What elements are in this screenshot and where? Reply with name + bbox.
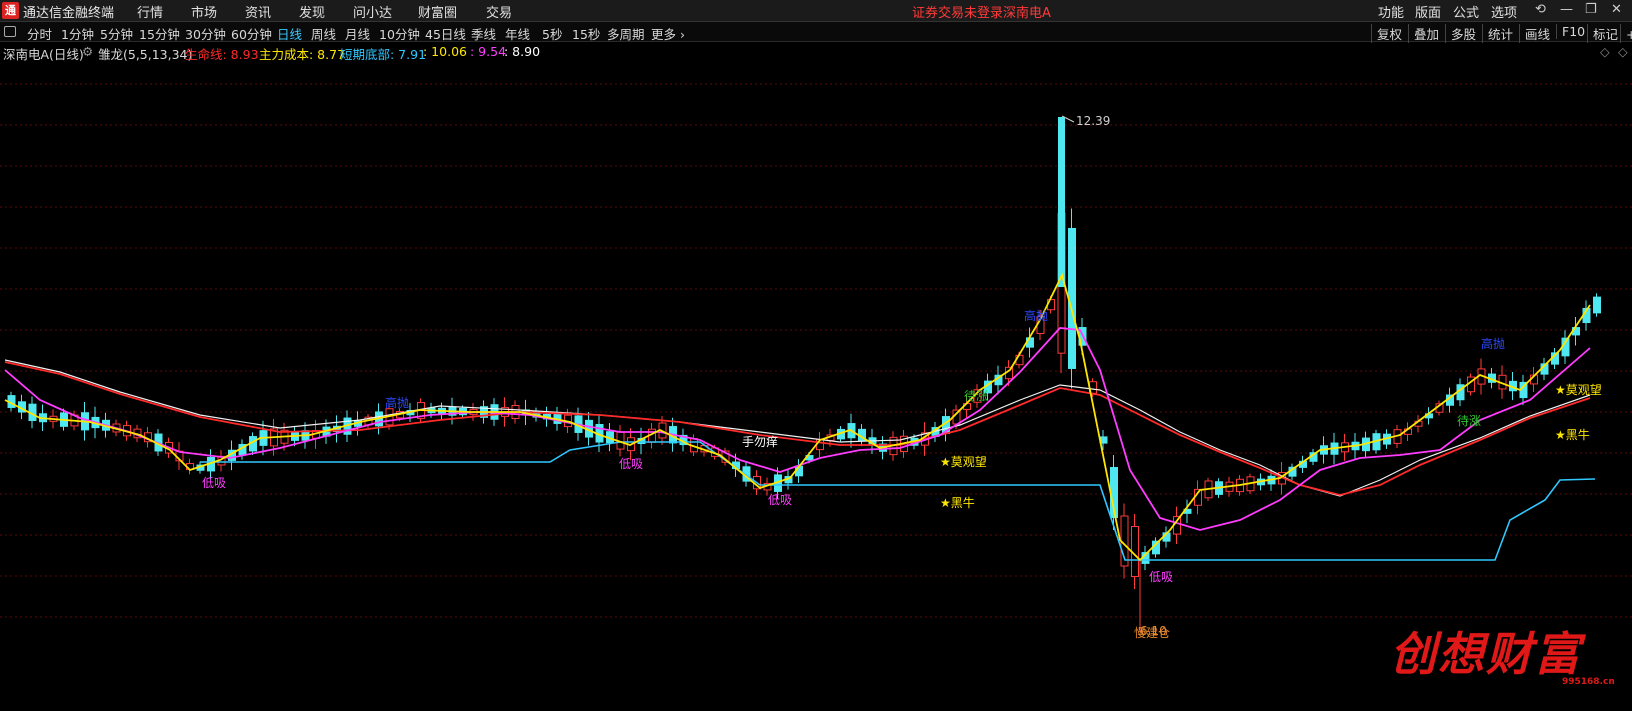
tab-period-30min[interactable]: 30分钟 [185, 24, 226, 43]
signal-caution: 手勿痒 [742, 434, 778, 449]
peak-candle [1058, 117, 1065, 287]
tab-period-quarterly[interactable]: 季线 [471, 24, 496, 43]
adjust-price-button[interactable]: 复权 [1371, 24, 1402, 43]
tab-period-monthly[interactable]: 月线 [345, 24, 370, 43]
tab-period-1min[interactable]: 1分钟 [61, 24, 94, 43]
tab-period-10min[interactable]: 10分钟 [379, 24, 420, 43]
custom-button[interactable]: +自 [1620, 24, 1632, 43]
menu-xiaoda[interactable]: 问小达 [353, 2, 392, 21]
chart-grid [0, 83, 1632, 618]
signal-low-buy-4: 低吸 [1149, 570, 1173, 584]
main-cost-line [4, 272, 1591, 562]
menu-discover[interactable]: 发现 [299, 2, 325, 21]
menu-formula[interactable]: 公式 [1453, 2, 1479, 21]
tab-period-15sec[interactable]: 15秒 [572, 24, 600, 43]
signal-low-buy-1: 低吸 [202, 476, 226, 490]
menu-news[interactable]: 资讯 [245, 2, 271, 21]
value-1: : 10.06 [423, 44, 467, 59]
candle-body [1068, 227, 1076, 369]
restore-icon[interactable]: ❐ [1585, 2, 1597, 17]
tab-period-60min[interactable]: 60分钟 [231, 24, 272, 43]
menu-bar: 通 通达信金融终端 行情 市场 资讯 发现 问小达 财富圈 交易 证券交易未登录… [0, 0, 1632, 22]
signal-rise-2: 待涨 [1457, 413, 1481, 428]
minimize-icon[interactable]: — [1560, 2, 1573, 17]
value-2: : 9.54 [470, 44, 507, 59]
menu-layout[interactable]: 版面 [1415, 2, 1441, 21]
refresh-icon[interactable]: ⟲ [1535, 2, 1546, 17]
menu-function[interactable]: 功能 [1378, 2, 1404, 21]
tab-period-yearly[interactable]: 年线 [505, 24, 530, 43]
signal-high-sell-3: 高抛 [1481, 336, 1505, 351]
tab-period-daily[interactable]: 日线 [277, 24, 302, 43]
candlesticks [7, 117, 1601, 632]
tab-period-15min[interactable]: 15分钟 [139, 24, 180, 43]
value-3: : 8.90 [504, 44, 541, 59]
menu-wealth-circle[interactable]: 财富圈 [418, 2, 457, 21]
signal-labels: 12.39 6.10 低吸 高抛 低吸 手勿痒 低吸 待涨 ★莫观望 ★黑牛 高… [202, 114, 1602, 640]
draw-line-button[interactable]: 画线 [1519, 24, 1550, 43]
period-toolbar: 分时 1分钟 5分钟 15分钟 30分钟 60分钟 日线 周线 月线 10分钟 … [0, 22, 1632, 43]
menu-trade[interactable]: 交易 [486, 2, 512, 21]
overlay-button[interactable]: 叠加 [1408, 24, 1439, 43]
candle-body [1593, 296, 1601, 314]
app-name: 通达信金融终端 [23, 6, 115, 21]
indicator-lines [4, 272, 1596, 562]
tab-period-5min[interactable]: 5分钟 [100, 24, 133, 43]
mark-button[interactable]: 标记 [1587, 24, 1618, 43]
tab-period-weekly[interactable]: 周线 [311, 24, 336, 43]
kline-chart[interactable]: 12.39 6.10 低吸 高抛 低吸 手勿痒 低吸 待涨 ★莫观望 ★黑牛 高… [0, 60, 1632, 711]
indicator-header: 深南电A(日线) ⚙ 雏龙(5,5,13,34) 生命线: 8.93 主力成本:… [0, 42, 1632, 62]
f10-button[interactable]: F10 [1556, 24, 1585, 39]
watermark-text: 创想财富 [1390, 627, 1582, 681]
magenta-line [4, 327, 1591, 531]
signal-high-sell-2: 高抛 [1024, 308, 1048, 323]
short-bottom-line [200, 441, 1596, 561]
settings-icon[interactable]: ⚙ [82, 44, 93, 59]
menu-options[interactable]: 选项 [1491, 2, 1517, 21]
menu-quotes[interactable]: 行情 [137, 2, 163, 21]
signal-low-buy-2: 低吸 [619, 457, 643, 471]
multi-stock-button[interactable]: 多股 [1445, 24, 1476, 43]
statistics-button[interactable]: 统计 [1482, 24, 1513, 43]
tab-period-5sec[interactable]: 5秒 [542, 24, 562, 43]
signal-black-bull-2: ★黑牛 [1555, 427, 1590, 442]
tab-period-45day[interactable]: 45日线 [425, 24, 466, 43]
more-periods-button[interactable]: 更多 › [651, 24, 685, 43]
app-logo-icon: 通 [2, 2, 19, 19]
signal-rise-1: 待涨 [964, 388, 988, 403]
stock-title: 深南电A [1003, 6, 1051, 21]
high-price-label: 12.39 [1076, 114, 1110, 128]
watermark-url: 995168.cn [1562, 677, 1615, 687]
signal-low-buy-3: 低吸 [768, 493, 792, 507]
signal-build-position: 慢建仓 [1134, 626, 1170, 640]
tab-period-multi[interactable]: 多周期 [607, 24, 645, 43]
close-icon[interactable]: ✕ [1611, 2, 1622, 17]
login-status-warning: 证券交易未登录 [912, 6, 1004, 21]
menu-market[interactable]: 市场 [191, 2, 217, 21]
signal-watch-1: ★莫观望 [940, 455, 987, 469]
tab-period-timeshare[interactable]: 分时 [27, 24, 52, 43]
signal-watch-2: ★莫观望 [1555, 383, 1602, 397]
panel-toggle-icon[interactable] [4, 26, 16, 37]
diamond-icon-2[interactable]: ◇ [1618, 44, 1628, 59]
signal-black-bull-1: ★黑牛 [940, 495, 975, 510]
diamond-icon[interactable]: ◇ [1600, 44, 1610, 59]
signal-high-sell-1: 高抛 [385, 395, 409, 410]
